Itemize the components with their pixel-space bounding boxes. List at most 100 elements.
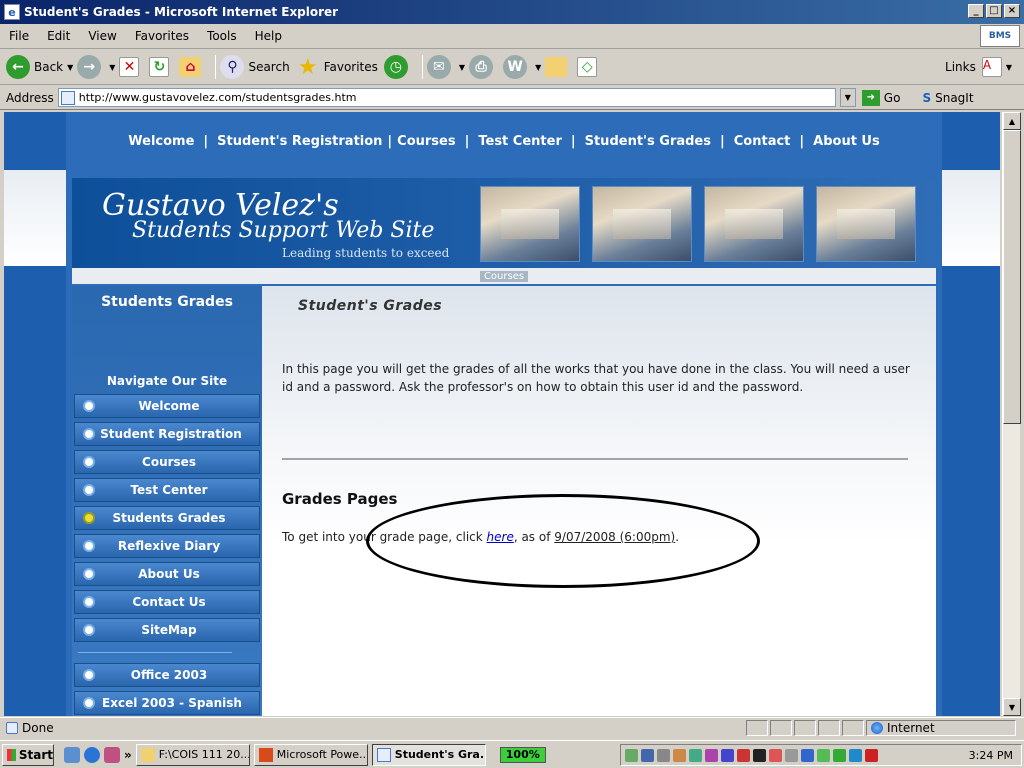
scroll-up-icon[interactable]: ▲ <box>1003 112 1021 130</box>
links-dropdown-icon[interactable]: ▼ <box>1006 63 1012 72</box>
status-cell <box>842 720 864 736</box>
topnav-contact[interactable]: Contact <box>734 134 791 149</box>
site-top-nav: Welcome | Student's Registration | Courses… <box>66 112 942 170</box>
tray-icon[interactable] <box>689 748 702 762</box>
tray-icon[interactable] <box>753 748 766 762</box>
task-powerpoint[interactable]: Microsoft Powe... <box>253 743 368 766</box>
edit-button[interactable]: W <box>503 55 531 79</box>
print-button[interactable]: ⎙ <box>469 55 497 79</box>
discuss-button[interactable] <box>545 57 571 77</box>
maximize-button[interactable]: □ <box>986 4 1002 18</box>
address-input[interactable]: http://www.gustavovelez.com/studentsgrad… <box>57 88 836 107</box>
ie-icon[interactable] <box>84 746 100 763</box>
sidebar-item-office-2003[interactable]: Office 2003 <box>74 663 260 687</box>
topnav-registration[interactable]: Student's Registration <box>217 134 382 149</box>
forward-arrow-icon: → <box>77 55 102 79</box>
topnav-courses[interactable]: Courses <box>397 134 455 149</box>
stop-button[interactable]: ✕ <box>119 57 143 77</box>
tray-icon[interactable] <box>833 748 846 762</box>
close-button[interactable]: × <box>1004 4 1020 18</box>
sidebar-item-student-registration[interactable]: Student Registration <box>74 422 260 446</box>
home-button[interactable]: ⌂ <box>179 57 205 77</box>
messenger-button[interactable]: ◇ <box>577 57 601 77</box>
back-arrow-icon: ← <box>6 55 30 79</box>
chevron-icon[interactable]: » <box>124 748 132 762</box>
go-arrow-icon: ➜ <box>861 89 880 106</box>
sidebar-item-contact-us[interactable]: Contact Us <box>74 590 260 614</box>
bullet-icon <box>83 540 95 552</box>
zoom-indicator[interactable]: 100% <box>499 746 546 763</box>
minimize-button[interactable]: _ <box>968 4 984 18</box>
sidebar-item-courses[interactable]: Courses <box>74 450 260 474</box>
menu-help[interactable]: Help <box>246 29 291 43</box>
internet-globe-icon <box>871 722 883 734</box>
links-area: Links A ▼ <box>945 57 1016 77</box>
grade-page-link[interactable]: here <box>487 530 514 544</box>
sidebar-item-test-center[interactable]: Test Center <box>74 478 260 502</box>
favorites-button[interactable]: ★ Favorites <box>296 55 378 80</box>
tray-icon[interactable] <box>705 748 718 762</box>
intro-paragraph: In this page you will get the grades of … <box>282 362 910 394</box>
tray-icon[interactable] <box>785 748 798 762</box>
main-content: Student's Grades In this page you will g… <box>262 286 936 716</box>
tray-icon[interactable] <box>865 748 878 762</box>
menu-view[interactable]: View <box>79 29 125 43</box>
tray-icon[interactable] <box>721 748 734 762</box>
tray-icon[interactable] <box>817 748 830 762</box>
scroll-down-icon[interactable]: ▼ <box>1003 698 1021 716</box>
start-button[interactable]: Start <box>2 743 54 766</box>
scroll-thumb[interactable] <box>1003 130 1021 424</box>
history-button[interactable]: ◷ <box>383 55 412 79</box>
forward-dropdown-icon[interactable]: ▼ <box>109 63 115 72</box>
menu-tools[interactable]: Tools <box>198 29 246 43</box>
topnav-grades[interactable]: Student's Grades <box>585 134 711 149</box>
go-button[interactable]: ➜ Go <box>861 89 900 106</box>
back-dropdown-icon[interactable]: ▼ <box>67 63 73 72</box>
sidebar-item-excel-2003-spanish[interactable]: Excel 2003 - Spanish <box>74 691 260 715</box>
edit-dropdown-icon[interactable]: ▼ <box>535 63 541 72</box>
toolbar-separator <box>421 55 423 79</box>
tray-icon[interactable] <box>625 748 638 762</box>
tray-icon[interactable] <box>849 748 862 762</box>
sidebar: Students Grades Navigate Our Site Welcom… <box>72 286 262 716</box>
sidebar-title: Students Grades <box>101 294 233 310</box>
forward-button[interactable]: → <box>77 55 105 79</box>
tray-icon[interactable] <box>657 748 670 762</box>
task-explorer-folder[interactable]: F:\COIS 111 20... <box>135 743 250 766</box>
sidebar-item-reflexive-diary[interactable]: Reflexive Diary <box>74 534 260 558</box>
show-desktop-icon[interactable] <box>64 746 80 763</box>
task-ie-students-grades[interactable]: Student's Gra... <box>371 743 486 766</box>
topnav-welcome[interactable]: Welcome <box>128 134 194 149</box>
links-label[interactable]: Links <box>945 60 976 74</box>
app-icon[interactable] <box>104 746 120 763</box>
tray-icon[interactable] <box>769 748 782 762</box>
tray-icon[interactable] <box>641 748 654 762</box>
sidebar-item-label: Courses <box>142 455 196 469</box>
sidebar-item-about-us[interactable]: About Us <box>74 562 260 586</box>
mail-dropdown-icon[interactable]: ▼ <box>459 63 465 72</box>
acrobat-icon[interactable]: A <box>981 57 1002 77</box>
sidebar-item-students-grades[interactable]: Students Grades <box>74 506 260 530</box>
status-bar: Done Internet <box>0 717 1024 738</box>
topnav-about[interactable]: About Us <box>813 134 880 149</box>
menu-favorites[interactable]: Favorites <box>126 29 198 43</box>
system-clock[interactable]: 3:24 PM <box>969 749 1013 762</box>
sidebar-item-welcome[interactable]: Welcome <box>74 394 260 418</box>
menu-file[interactable]: File <box>0 29 38 43</box>
tray-icon[interactable] <box>737 748 750 762</box>
tray-icon[interactable] <box>673 748 686 762</box>
menu-edit[interactable]: Edit <box>38 29 79 43</box>
refresh-button[interactable]: ↻ <box>149 57 173 77</box>
snagit-button[interactable]: S SnagIt <box>922 91 973 105</box>
search-button[interactable]: ⚲ Search <box>220 55 290 79</box>
address-dropdown-icon[interactable]: ▼ <box>839 88 856 107</box>
sidebar-item-sitemap[interactable]: SiteMap <box>74 618 260 642</box>
mail-button[interactable]: ✉ <box>426 55 455 79</box>
back-button[interactable]: ← Back <box>6 55 63 79</box>
nav-divider: | <box>799 133 805 149</box>
breadcrumb-courses[interactable]: Courses <box>479 270 529 282</box>
topnav-test-center[interactable]: Test Center <box>478 134 562 149</box>
vertical-scrollbar[interactable]: ▲ ▼ <box>1002 112 1021 716</box>
tray-icon[interactable] <box>801 748 814 762</box>
home-icon: ⌂ <box>179 57 202 77</box>
